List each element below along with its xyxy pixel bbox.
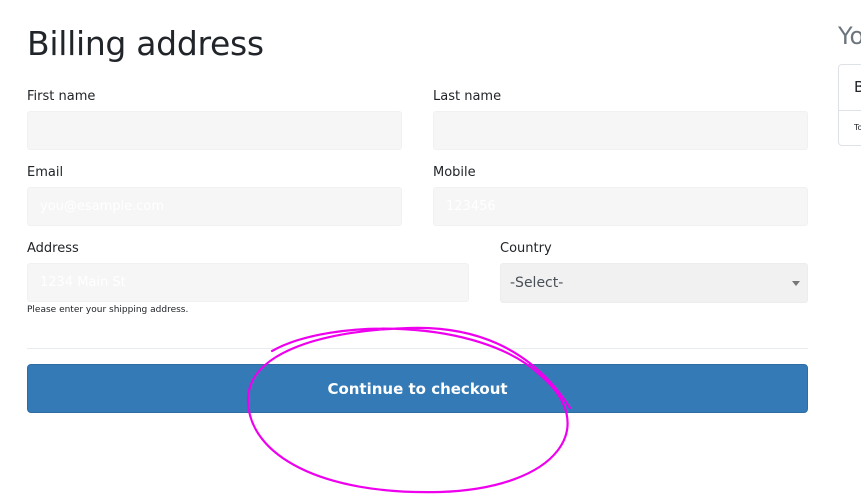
mobile-input[interactable] — [433, 187, 808, 226]
cart-divider — [839, 110, 861, 111]
email-label: Email — [27, 165, 64, 180]
cart-item-text: B — [854, 78, 861, 96]
email-input[interactable] — [27, 187, 402, 226]
cart-summary-card: B To — [838, 64, 861, 146]
address-help-text: Please enter your shipping address. — [27, 305, 189, 315]
sidebar-title: Yo — [838, 22, 861, 50]
country-label: Country — [500, 241, 552, 256]
page-title: Billing address — [27, 24, 264, 63]
country-selected-value: -Select- — [510, 275, 564, 291]
hand-drawn-circle-annotation — [246, 326, 572, 494]
country-select[interactable]: -Select- — [500, 263, 808, 303]
chevron-down-icon — [792, 281, 800, 286]
last-name-label: Last name — [433, 89, 502, 104]
first-name-input[interactable] — [27, 111, 402, 150]
address-label: Address — [27, 241, 79, 256]
form-divider — [27, 348, 808, 349]
address-input[interactable] — [27, 263, 469, 302]
last-name-input[interactable] — [433, 111, 808, 150]
continue-to-checkout-button[interactable]: Continue to checkout — [27, 364, 808, 413]
cart-total-text: To — [854, 123, 861, 132]
mobile-label: Mobile — [433, 165, 476, 180]
first-name-label: First name — [27, 89, 96, 104]
